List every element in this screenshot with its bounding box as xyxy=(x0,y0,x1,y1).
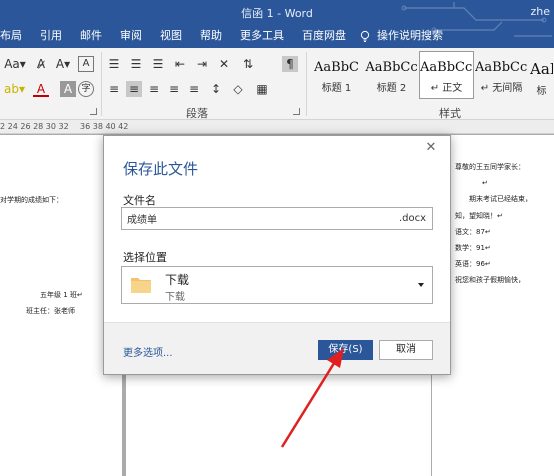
style-label: 标 xyxy=(536,86,547,97)
align-right-icon[interactable]: ≡ xyxy=(146,81,162,97)
save-dialog: ✕ 保存此文件 文件名 .docx 选择位置 下载 下载 更多选项... 保存(… xyxy=(103,135,451,375)
highlight-icon[interactable]: ab▾ xyxy=(4,81,25,97)
document-line: 五年级 1 班↵ xyxy=(40,291,83,299)
lightbulb-icon xyxy=(360,30,370,42)
enclose-character-icon[interactable]: 字 xyxy=(78,81,94,97)
clear-format-icon[interactable]: A̷ xyxy=(33,56,49,72)
style-sample: AaBbCcI xyxy=(420,60,473,75)
ruler-numbers-left: 2 24 26 28 30 32 xyxy=(0,122,69,131)
dialog-footer: 更多选项... 保存(S) 取消 xyxy=(104,322,450,374)
shading-icon[interactable]: ◇ xyxy=(230,81,246,97)
document-line: 语文：87↵ xyxy=(455,228,491,236)
title-decoration xyxy=(401,2,552,37)
file-extension: .docx xyxy=(398,213,426,224)
location-label: 选择位置 xyxy=(123,251,167,264)
paragraph-group-label: 段落 xyxy=(186,107,208,120)
tab-layout[interactable]: 布局 xyxy=(0,24,31,48)
tab-baidu-netdisk[interactable]: 百度网盘 xyxy=(293,24,355,48)
text-effect-icon[interactable]: A▾ xyxy=(55,56,71,72)
style-label: 标题 1 xyxy=(321,83,352,94)
align-left-icon[interactable]: ≡ xyxy=(106,81,122,97)
styles-gallery: AaBbC 标题 1 AaBbCc 标题 2 AaBbCcI ↵ 正文 AaBb… xyxy=(309,51,554,101)
change-case-icon[interactable]: Aa▾ xyxy=(4,56,26,72)
style-no-spacing[interactable]: AaBbCcI ↵ 无间隔 xyxy=(474,51,529,99)
filename-field[interactable]: .docx xyxy=(121,207,433,230)
tab-more-tools[interactable]: 更多工具 xyxy=(231,24,293,48)
location-path: 下载 xyxy=(165,292,185,303)
document-line: 尊敬的王五同学家长： xyxy=(455,163,525,171)
style-label: ↵ 无间隔 xyxy=(480,83,523,94)
folder-icon xyxy=(131,278,151,293)
location-name: 下载 xyxy=(165,273,190,287)
document-line: 班主任：张老师 xyxy=(26,307,75,315)
bullets-icon[interactable]: ☰ xyxy=(106,56,122,72)
ribbon-home: Aa▾ A̷ A▾ A ab▾ A A 字 ☰ ☰ ☰ ⇤ ⇥ ✕ ⇅ ¶ ≡ … xyxy=(0,48,554,120)
style-title[interactable]: AaI 标 xyxy=(529,51,554,99)
style-heading-2[interactable]: AaBbCc 标题 2 xyxy=(364,51,419,99)
tab-references[interactable]: 引用 xyxy=(31,24,71,48)
show-marks-icon[interactable]: ¶ xyxy=(282,56,298,72)
align-center-icon[interactable]: ≡ xyxy=(126,81,142,97)
tab-help[interactable]: 帮助 xyxy=(191,24,231,48)
close-icon[interactable]: ✕ xyxy=(424,141,438,155)
more-options-link[interactable]: 更多选项... xyxy=(123,344,173,359)
tab-review[interactable]: 审阅 xyxy=(111,24,151,48)
increase-indent-icon[interactable]: ⇥ xyxy=(194,56,210,72)
document-line: ↵ xyxy=(482,179,488,187)
multilevel-list-icon[interactable]: ☰ xyxy=(150,56,166,72)
filename-label: 文件名 xyxy=(123,194,156,207)
style-heading-1[interactable]: AaBbC 标题 1 xyxy=(309,51,364,99)
chevron-down-icon[interactable] xyxy=(418,283,424,287)
document-page[interactable] xyxy=(126,375,431,476)
distributed-icon[interactable]: ≡ xyxy=(186,81,202,97)
document-line: 祝您和孩子假期愉快， xyxy=(455,276,525,284)
ruler-numbers-right: 36 38 40 42 xyxy=(80,122,129,131)
paragraph-group-launcher[interactable] xyxy=(293,108,300,115)
character-shading-icon[interactable]: A xyxy=(60,81,76,97)
filename-input[interactable] xyxy=(127,208,367,229)
horizontal-ruler[interactable]: 2 24 26 28 30 32 36 38 40 42 xyxy=(0,120,554,134)
decrease-indent-icon[interactable]: ⇤ xyxy=(172,56,188,72)
document-line: 对学期的成绩如下： xyxy=(0,196,63,204)
numbering-icon[interactable]: ☰ xyxy=(128,56,144,72)
style-normal[interactable]: AaBbCcI ↵ 正文 xyxy=(419,51,474,99)
font-color-icon[interactable]: A xyxy=(33,81,49,97)
justify-icon[interactable]: ≡ xyxy=(166,81,182,97)
font-group-launcher[interactable] xyxy=(90,108,97,115)
borders-icon[interactable]: ▦ xyxy=(254,81,270,97)
dialog-title: 保存此文件 xyxy=(123,160,199,178)
sort-icon[interactable]: ⇅ xyxy=(240,56,256,72)
group-separator xyxy=(306,52,307,116)
cancel-button[interactable]: 取消 xyxy=(379,340,433,360)
document-line: 数学：91↵ xyxy=(455,244,491,252)
style-sample: AaI xyxy=(530,60,553,78)
document-line: 英语：96↵ xyxy=(455,260,491,268)
location-dropdown[interactable]: 下载 下载 xyxy=(121,266,433,304)
style-sample: AaBbC xyxy=(314,60,359,75)
chinese-layout-icon[interactable]: ✕ xyxy=(216,56,232,72)
character-border-icon[interactable]: A xyxy=(78,56,94,72)
line-spacing-icon[interactable]: ↕ xyxy=(208,81,224,97)
tab-mailings[interactable]: 邮件 xyxy=(71,24,111,48)
style-label: 标题 2 xyxy=(376,83,407,94)
document-line: 期末考试已经结束， xyxy=(469,195,532,203)
style-sample: AaBbCcI xyxy=(475,60,528,75)
document-line: 知，望知晓！↵ xyxy=(455,212,503,220)
styles-group-label: 样式 xyxy=(439,107,461,120)
tab-view[interactable]: 视图 xyxy=(151,24,191,48)
group-separator xyxy=(101,52,102,116)
save-button[interactable]: 保存(S) xyxy=(318,340,373,360)
style-label: ↵ 正文 xyxy=(430,83,463,94)
style-sample: AaBbCc xyxy=(365,60,418,75)
